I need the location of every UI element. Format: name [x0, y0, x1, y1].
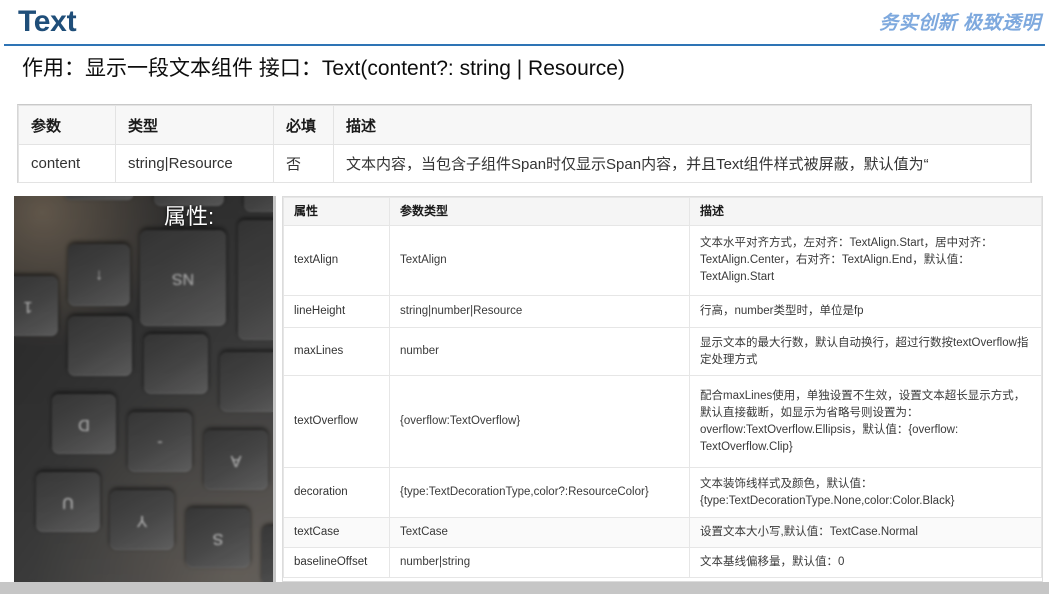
- cell-attr-desc: 文本基线偏移量，默认值：0: [689, 547, 1042, 578]
- attribute-table: 属性 参数类型 描述 textAlign TextAlign 文本水平对齐方式，…: [283, 197, 1042, 578]
- cell-param-desc: 文本内容，当包含子组件Span时仅显示Span内容，并且Text组件样式被屏蔽，…: [333, 144, 1031, 183]
- table-row: textCase TextCase 设置文本大小写,默认值：TextCase.N…: [283, 517, 1042, 548]
- cell-attr-type: TextCase: [389, 517, 690, 548]
- slide-footer-bar: [0, 582, 1049, 594]
- cell-attr-name: lineHeight: [283, 295, 390, 328]
- attributes-label: 属性:: [164, 204, 215, 229]
- table-row: decoration {type:TextDecorationType,colo…: [283, 467, 1042, 518]
- col-header-type: 类型: [115, 105, 274, 145]
- slide-header: Text 务实创新 极致透明: [0, 0, 1049, 46]
- company-slogan: 务实创新 极致透明: [879, 13, 1041, 34]
- cell-attr-desc: 行高，number类型时，单位是fp: [689, 295, 1042, 328]
- cell-attr-name: textOverflow: [283, 375, 390, 468]
- table-row: lineHeight string|number|Resource 行高，num…: [283, 295, 1042, 328]
- parameter-table: 参数 类型 必填 描述 content string|Resource 否 文本…: [18, 105, 1031, 183]
- keyboard-photo: B S Y U V A - D ↑ NS ↑ 1 属性:: [14, 196, 276, 582]
- parameter-table-container: 参数 类型 必填 描述 content string|Resource 否 文本…: [17, 104, 1032, 183]
- photo-overlay: [14, 196, 273, 582]
- col-header-param: 参数: [18, 105, 116, 145]
- attribute-table-container: 属性 参数类型 描述 textAlign TextAlign 文本水平对齐方式，…: [282, 196, 1043, 582]
- col-header-attr-type: 参数类型: [389, 197, 690, 226]
- table-row: textAlign TextAlign 文本水平对齐方式，左对齐：TextAli…: [283, 225, 1042, 296]
- cell-attr-desc: 文本装饰线样式及颜色，默认值：{type:TextDecorationType.…: [689, 467, 1042, 518]
- table-row: baselineOffset number|string 文本基线偏移量，默认值…: [283, 547, 1042, 578]
- lower-content-band: B S Y U V A - D ↑ NS ↑ 1 属性:: [14, 196, 1043, 582]
- cell-attr-desc: 设置文本大小写,默认值：TextCase.Normal: [689, 517, 1042, 548]
- cell-attr-name: decoration: [283, 467, 390, 518]
- table-row: content string|Resource 否 文本内容，当包含子组件Spa…: [18, 144, 1031, 183]
- cell-attr-type: number: [389, 327, 690, 376]
- cell-attr-type: number|string: [389, 547, 690, 578]
- page-title: Text: [18, 5, 77, 38]
- header-divider: [4, 44, 1045, 46]
- cell-attr-name: textCase: [283, 517, 390, 548]
- cell-attr-name: maxLines: [283, 327, 390, 376]
- col-header-required: 必填: [273, 105, 334, 145]
- cell-attr-desc: 显示文本的最大行数，默认自动换行，超过行数按textOverflow指定处理方式: [689, 327, 1042, 376]
- cell-attr-type: TextAlign: [389, 225, 690, 296]
- table-row: maxLines number 显示文本的最大行数，默认自动换行，超过行数按te…: [283, 327, 1042, 376]
- cell-attr-type: {type:TextDecorationType,color?:Resource…: [389, 467, 690, 518]
- cell-param-required: 否: [273, 144, 334, 183]
- table-header-row: 参数 类型 必填 描述: [18, 105, 1031, 145]
- table-header-row: 属性 参数类型 描述: [283, 197, 1042, 226]
- cell-attr-name: baselineOffset: [283, 547, 390, 578]
- cell-attr-name: textAlign: [283, 225, 390, 296]
- col-header-attr: 属性: [283, 197, 390, 226]
- cell-attr-type: string|number|Resource: [389, 295, 690, 328]
- table-row: textOverflow {overflow:TextOverflow} 配合m…: [283, 375, 1042, 468]
- slide-canvas: Text 务实创新 极致透明 作用：显示一段文本组件 接口：Text(conte…: [0, 0, 1049, 594]
- cell-attr-type: {overflow:TextOverflow}: [389, 375, 690, 468]
- cell-param-type: string|Resource: [115, 144, 274, 183]
- cell-attr-desc: 文本水平对齐方式，左对齐：TextAlign.Start，居中对齐：TextAl…: [689, 225, 1042, 296]
- cell-attr-desc: 配合maxLines使用，单独设置不生效，设置文本超长显示方式，默认直接截断，如…: [689, 375, 1042, 468]
- col-header-desc: 描述: [333, 105, 1031, 145]
- component-description: 作用：显示一段文本组件 接口：Text(content?: string | R…: [22, 57, 625, 80]
- col-header-attr-desc: 描述: [689, 197, 1042, 226]
- cell-param-name: content: [18, 144, 116, 183]
